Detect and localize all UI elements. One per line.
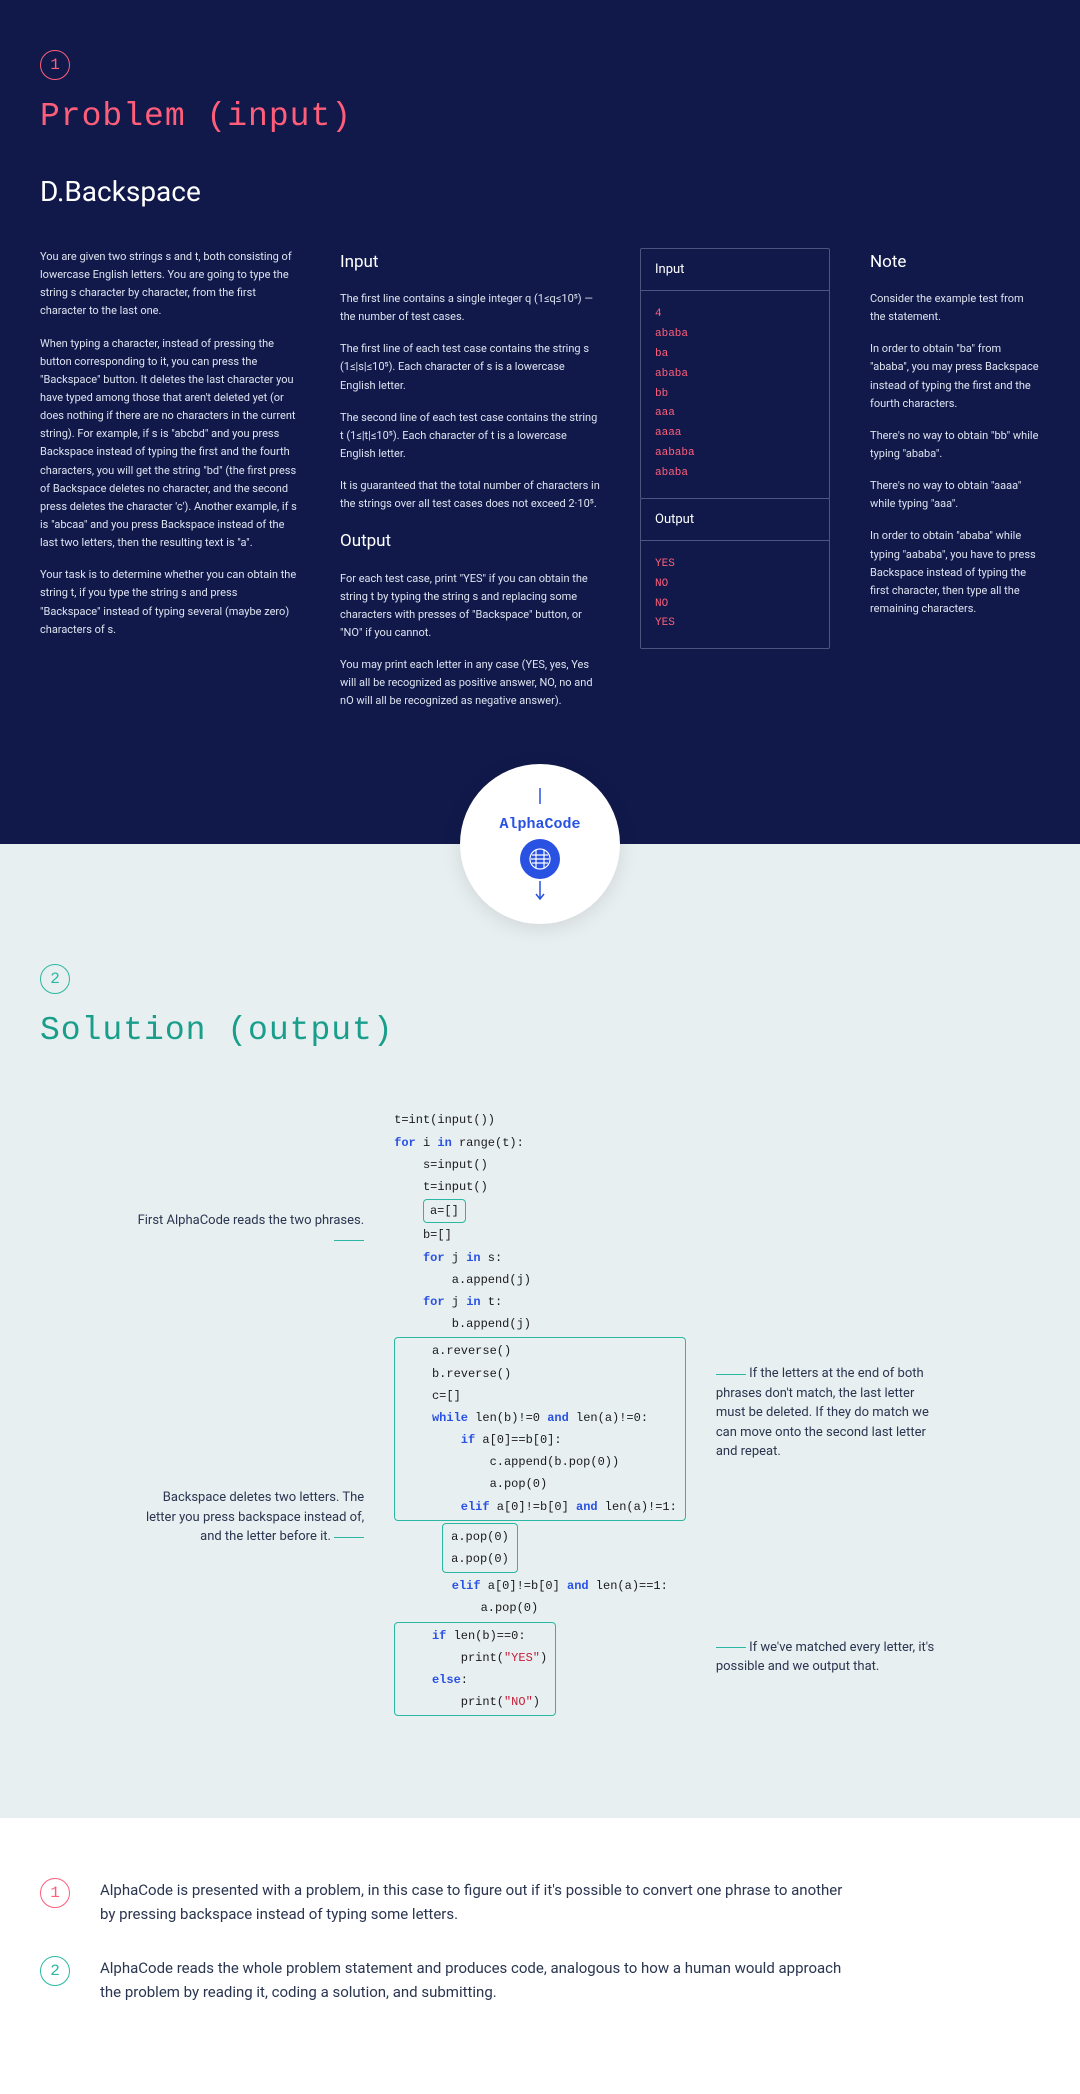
- desc-para: You are given two strings s and t, both …: [40, 248, 300, 321]
- alphacode-badge: AlphaCode: [460, 764, 620, 924]
- input-para: It is guaranteed that the total number o…: [340, 477, 600, 513]
- annotations-right: If the letters at the end of both phrase…: [716, 1109, 946, 1718]
- example-output-content: YESNONOYES: [641, 541, 829, 648]
- annotation: First AlphaCode reads the two phrases.: [134, 1211, 364, 1250]
- note-column: Note Consider the example test from the …: [870, 248, 1040, 724]
- solution-section: 2 Solution (output) First AlphaCode read…: [0, 844, 1080, 1818]
- alphacode-label: AlphaCode: [499, 816, 580, 833]
- footer-text: AlphaCode reads the whole problem statem…: [100, 1956, 860, 2004]
- note-para: In order to obtain "ba" from "ababa", yo…: [870, 340, 1040, 413]
- footer-badge-1: 1: [40, 1878, 70, 1908]
- code-block: t=int(input())for i in range(t): s=input…: [394, 1109, 686, 1718]
- network-icon: [520, 839, 560, 879]
- example-input-content: 4abababaabababbaaaaaaaaababaababa: [641, 291, 829, 497]
- note-heading: Note: [870, 248, 1040, 276]
- input-heading: Input: [340, 248, 600, 276]
- desc-para: Your task is to determine whether you ca…: [40, 566, 300, 639]
- output-heading: Output: [340, 527, 600, 555]
- example-input-label: Input: [641, 249, 829, 291]
- note-para: There's no way to obtain "bb" while typi…: [870, 427, 1040, 463]
- annotation: If we've matched every letter, it's poss…: [716, 1638, 946, 1677]
- footer-row: 2 AlphaCode reads the whole problem stat…: [40, 1956, 1040, 2004]
- io-spec-column: Input The first line contains a single i…: [340, 248, 600, 724]
- problem-section: 1 Problem (input) D.Backspace You are gi…: [0, 0, 1080, 844]
- code-area: First AlphaCode reads the two phrases. B…: [40, 1109, 1040, 1718]
- example-output-box: Output YESNONOYES: [640, 498, 830, 650]
- arrow-down-icon: [532, 786, 548, 810]
- description-column: You are given two strings s and t, both …: [40, 248, 300, 724]
- problem-heading: Problem (input): [40, 98, 1040, 135]
- note-para: There's no way to obtain "aaaa" while ty…: [870, 477, 1040, 513]
- output-para: For each test case, print "YES" if you c…: [340, 570, 600, 643]
- footer-row: 1 AlphaCode is presented with a problem,…: [40, 1878, 1040, 1926]
- annotation: If the letters at the end of both phrase…: [716, 1364, 946, 1462]
- problem-title: D.Backspace: [40, 175, 1040, 208]
- problem-columns: You are given two strings s and t, both …: [40, 248, 1040, 724]
- example-column: Input 4abababaabababbaaaaaaaaababaababa …: [640, 248, 830, 724]
- annotation: Backspace deletes two letters. The lette…: [134, 1488, 364, 1547]
- example-input-box: Input 4abababaabababbaaaaaaaaababaababa: [640, 248, 830, 499]
- arrow-down-icon: [532, 879, 548, 903]
- desc-para: When typing a character, instead of pres…: [40, 335, 300, 553]
- input-para: The first line contains a single integer…: [340, 290, 600, 326]
- annotations-left: First AlphaCode reads the two phrases. B…: [134, 1109, 364, 1718]
- footer-text: AlphaCode is presented with a problem, i…: [100, 1878, 860, 1926]
- example-output-label: Output: [641, 499, 829, 541]
- solution-heading: Solution (output): [40, 1012, 1040, 1049]
- footer-section: 1 AlphaCode is presented with a problem,…: [0, 1818, 1080, 2094]
- note-para: In order to obtain "ababa" while typing …: [870, 527, 1040, 618]
- footer-badge-2: 2: [40, 1956, 70, 1986]
- input-para: The first line of each test case contain…: [340, 340, 600, 394]
- note-para: Consider the example test from the state…: [870, 290, 1040, 326]
- problem-badge: 1: [40, 50, 70, 80]
- solution-badge: 2: [40, 964, 70, 994]
- input-para: The second line of each test case contai…: [340, 409, 600, 463]
- output-para: You may print each letter in any case (Y…: [340, 656, 600, 710]
